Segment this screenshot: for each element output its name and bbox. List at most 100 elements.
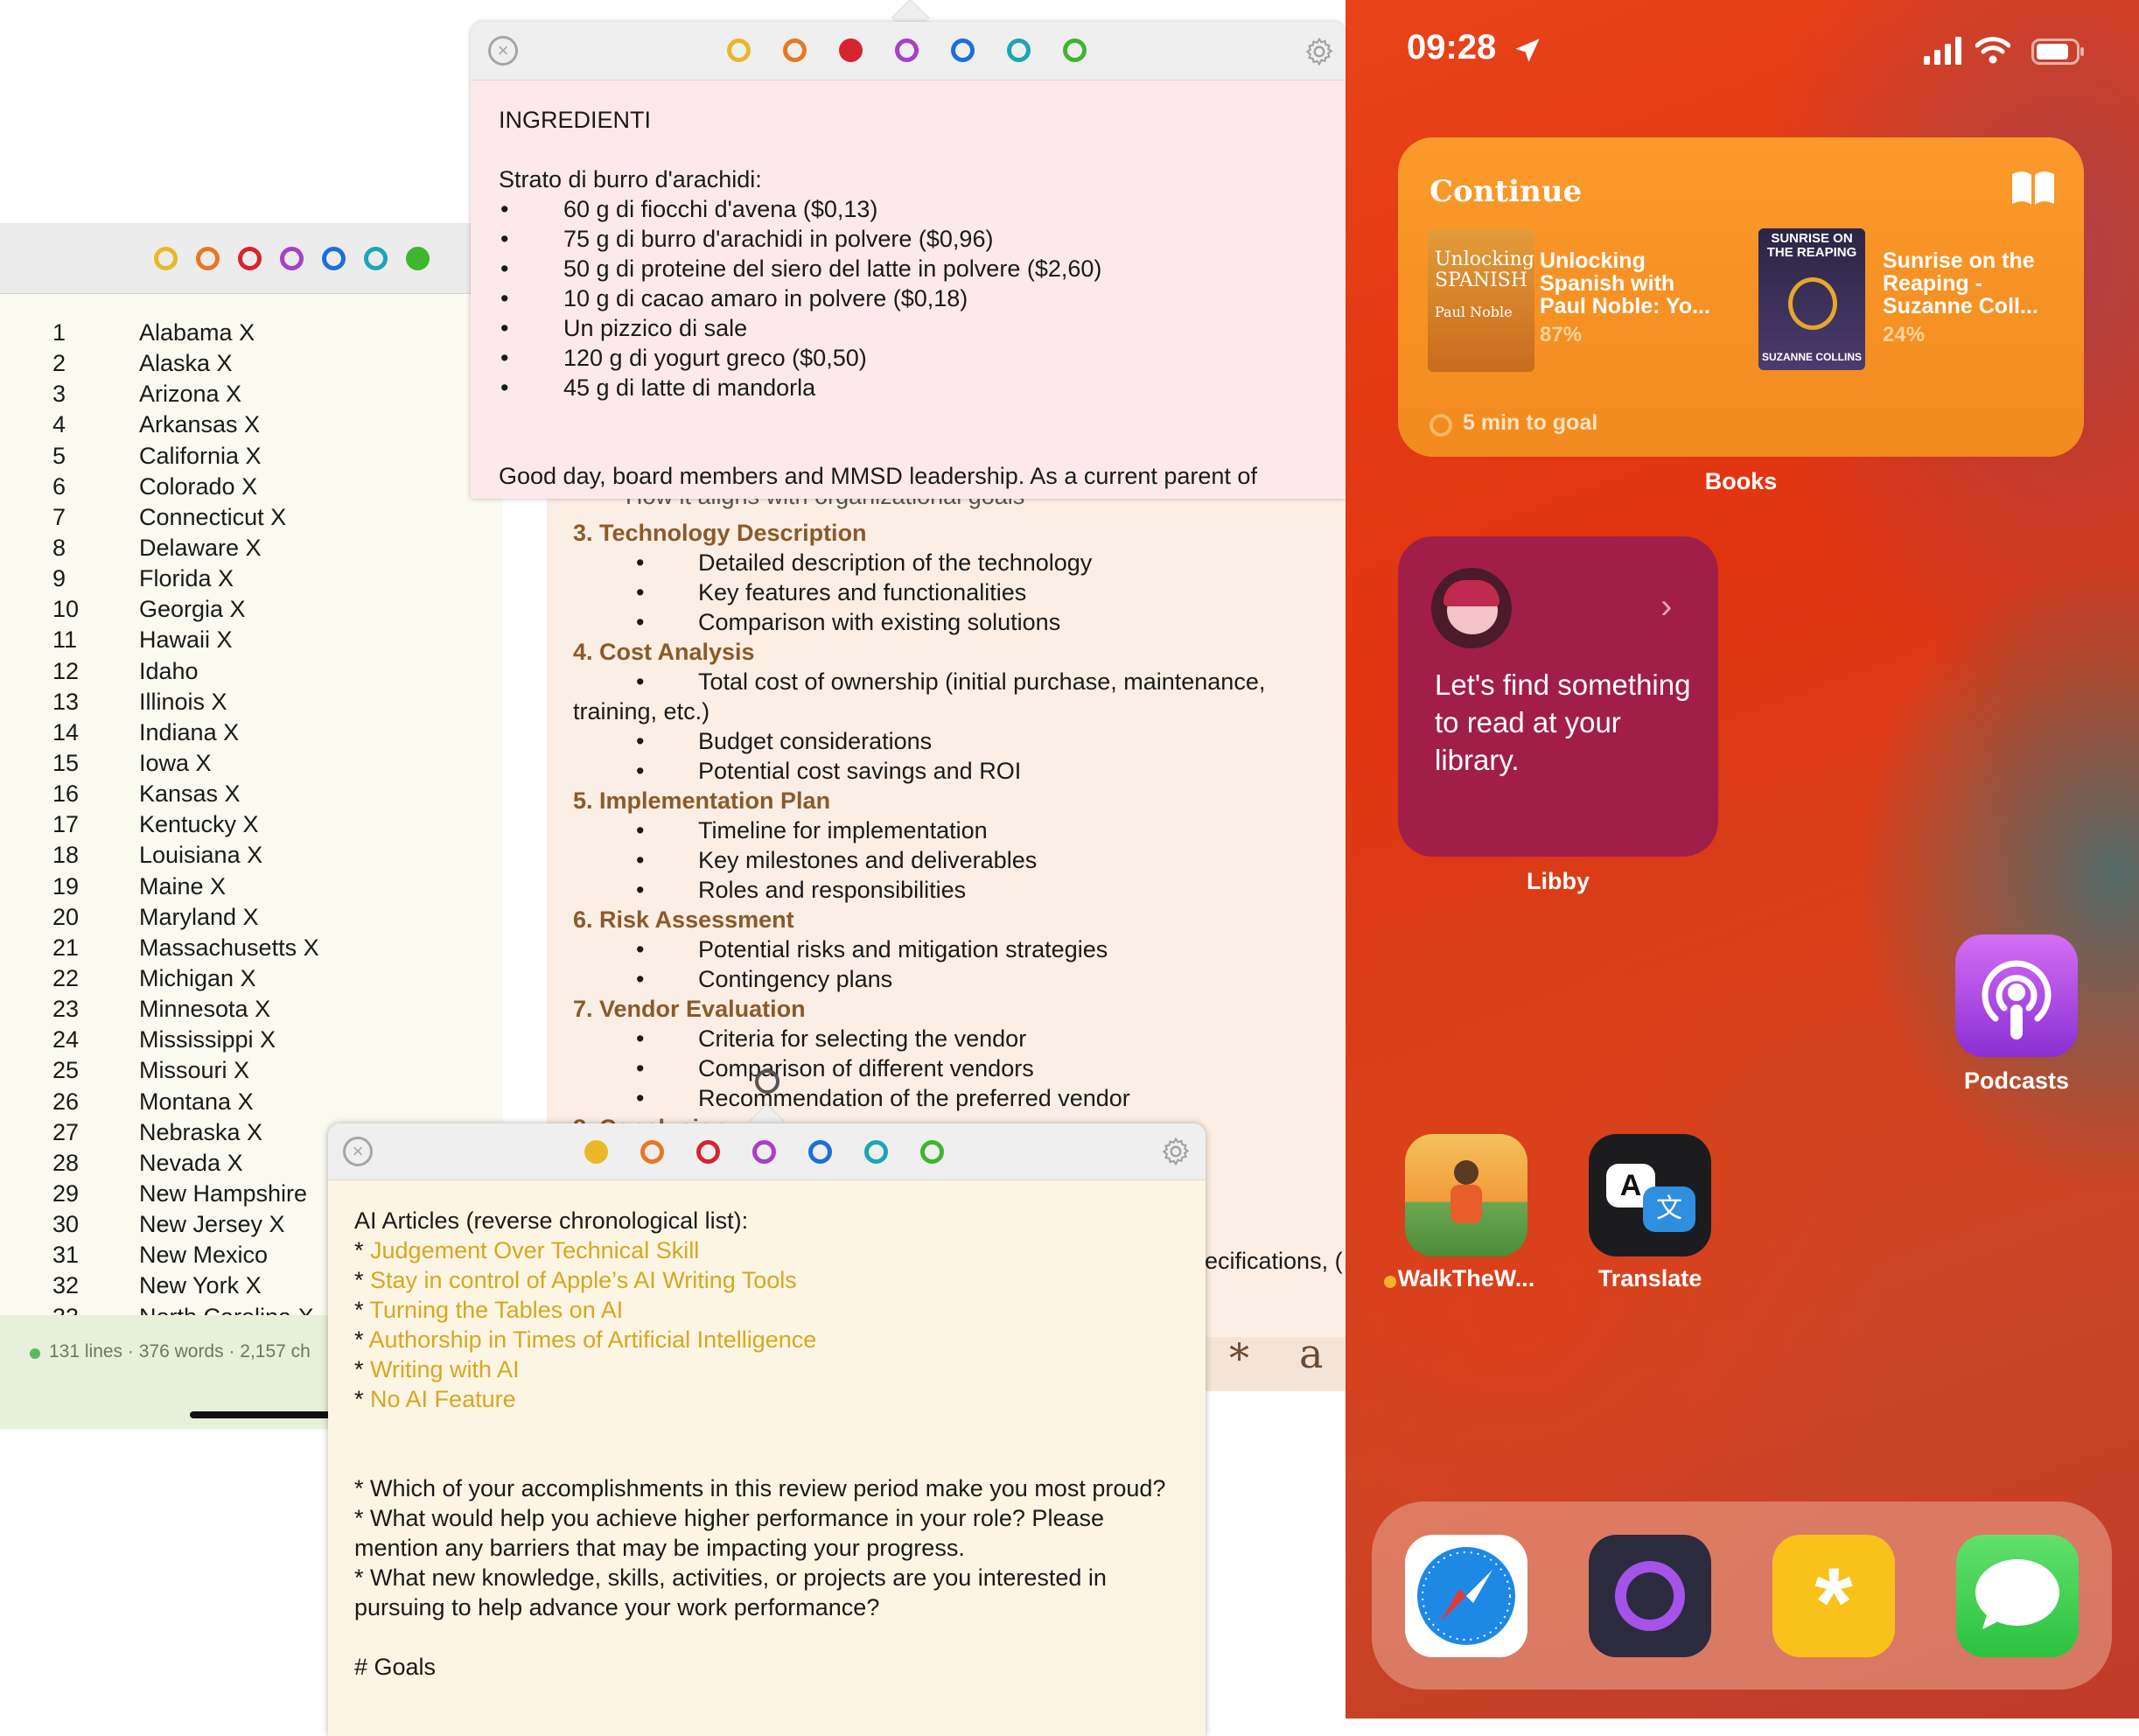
color-orange-button[interactable] [783, 38, 807, 62]
color-picker [727, 38, 1087, 62]
color-yellow-button[interactable] [154, 247, 178, 270]
drafts-app-icon[interactable]: * [1772, 1535, 1895, 1657]
color-green-button[interactable] [1063, 38, 1087, 62]
asterisk-button[interactable]: * [1229, 1334, 1249, 1382]
color-teal-button[interactable] [864, 1140, 888, 1164]
color-purple-button[interactable] [280, 247, 304, 270]
list-item: • Potential risks and mitigation strategi… [573, 934, 1343, 964]
gear-icon[interactable] [1160, 1136, 1192, 1167]
color-blue-button[interactable] [322, 247, 346, 270]
line-number: 31 [52, 1242, 80, 1269]
omnibox-app-icon[interactable] [1589, 1535, 1711, 1657]
line-number: 15 [52, 749, 80, 776]
line-number: 17 [52, 811, 80, 838]
pointer-cursor [755, 1069, 779, 1094]
state-name: Alabama X [139, 319, 255, 346]
list-item: • Comparison of different vendors [573, 1054, 1343, 1083]
state-name: Montana X [139, 1088, 254, 1115]
color-orange-button[interactable] [640, 1140, 664, 1164]
article-link[interactable]: Stay in control of Apple’s AI Writing To… [370, 1267, 797, 1293]
bullet: • [500, 315, 509, 341]
chevron-right-icon: › [1660, 587, 1673, 626]
bullet: • [636, 668, 645, 695]
bullet-star: * [354, 1386, 371, 1412]
article-link[interactable]: Turning the Tables on AI [370, 1297, 624, 1323]
color-yellow-button[interactable] [727, 38, 751, 62]
article-link[interactable]: Judgement Over Technical Skill [370, 1237, 699, 1264]
ingredient: 120 g di yogurt greco ($0,50) [563, 345, 867, 371]
book-cover-spanish[interactable]: Unlocking SPANISH Paul Noble [1428, 230, 1534, 372]
list-item: • Key features and functionalities [573, 578, 1343, 607]
outline-text[interactable]: How it aligns with organizational goals3… [573, 483, 1343, 1143]
window-toolbar: × [471, 22, 1346, 80]
color-blue-button[interactable] [951, 38, 975, 62]
color-purple-button[interactable] [752, 1140, 776, 1164]
window-toolbar: × [328, 1124, 1206, 1180]
color-orange-button[interactable] [196, 247, 220, 270]
list-item: 10 Georgia X [52, 594, 507, 625]
color-red-button[interactable] [238, 247, 262, 270]
close-icon[interactable]: × [488, 36, 518, 66]
color-teal-button[interactable] [364, 247, 388, 270]
recipe-text[interactable]: INGREDIENTI Strato di burro d'arachidi: … [499, 105, 1339, 491]
line-number: 20 [52, 903, 80, 930]
line-number: 12 [52, 657, 80, 684]
translate-app-icon[interactable]: A 文 [1589, 1134, 1711, 1256]
bullet: • [500, 196, 509, 222]
outline-item: Key milestones and deliverables [698, 847, 1038, 873]
bullet: • [636, 847, 645, 873]
walktheworld-app-icon[interactable] [1405, 1134, 1527, 1256]
color-red-button-selected[interactable] [839, 38, 863, 62]
color-red-button[interactable] [696, 1140, 720, 1164]
state-name: Delaware X [139, 534, 262, 561]
walktheworld-label: WalkTheW... [1397, 1265, 1535, 1292]
podcasts-app-icon[interactable] [1955, 934, 2078, 1057]
line-number: 13 [52, 688, 80, 715]
bullet: • [636, 817, 645, 844]
list-item: • Budget considerations [573, 726, 1343, 756]
color-teal-button[interactable] [1007, 38, 1031, 62]
open-book-icon [2012, 172, 2054, 205]
font-button[interactable]: a [1299, 1330, 1323, 1377]
list-item: 14 Indiana X [52, 718, 507, 748]
state-name: New Mexico [139, 1242, 269, 1269]
line-number: 11 [52, 626, 78, 654]
list-item: 25 Missouri X [52, 1055, 507, 1086]
speech-bubble-icon [1975, 1559, 2059, 1629]
gear-icon[interactable] [1304, 36, 1335, 67]
book-cover-sunrise[interactable]: SUNRISE ON THE REAPING SUZANNE COLLINS [1758, 228, 1865, 370]
books-widget[interactable]: Continue Unlocking SPANISH Paul Noble Un… [1398, 137, 2084, 457]
color-green-button[interactable] [920, 1140, 944, 1164]
window-toolbar [0, 223, 503, 294]
bullet-star: * [354, 1267, 371, 1293]
close-icon[interactable]: × [343, 1137, 373, 1166]
color-yellow-button-selected[interactable] [584, 1140, 608, 1164]
article-link[interactable]: Authorship in Times of Artificial Intell… [369, 1326, 817, 1353]
color-blue-button[interactable] [808, 1140, 832, 1164]
state-name: Iowa X [139, 749, 212, 776]
recipe-subheading: Strato di burro d'arachidi: [499, 166, 762, 192]
color-purple-button[interactable] [895, 38, 919, 62]
article-link[interactable]: No AI Feature [370, 1386, 516, 1412]
safari-app-icon[interactable] [1405, 1535, 1527, 1657]
outline-item: Budget considerations [698, 728, 933, 754]
list-item: • 60 g di fiocchi d'avena ($0,13) [499, 194, 1339, 224]
messages-app-icon[interactable] [1956, 1535, 2079, 1657]
battery-icon [2031, 38, 2084, 65]
bullet: • [636, 579, 645, 606]
list-item: 19 Maine X [52, 872, 507, 902]
line-number: 7 [52, 503, 66, 530]
outline-item: Key features and functionalities [698, 579, 1027, 606]
line-number: 9 [52, 565, 66, 592]
libby-widget[interactable]: › Let's find something to read at your l… [1398, 536, 1718, 857]
color-green-button-selected[interactable] [406, 247, 430, 270]
book2-title-line3: Suzanne Coll... [1883, 294, 2038, 318]
articles-text[interactable]: AI Articles (reverse chronological list)… [354, 1206, 1194, 1682]
state-name: Missouri X [139, 1057, 250, 1084]
ai-articles-window: × AI Articles (reverse chronological lis… [328, 1124, 1206, 1736]
line-number: 6 [52, 472, 66, 500]
article-link[interactable]: Writing with AI [370, 1356, 520, 1382]
line-number: 24 [52, 1026, 80, 1054]
state-name: Nevada X [139, 1149, 243, 1176]
bullet: • [500, 256, 509, 282]
